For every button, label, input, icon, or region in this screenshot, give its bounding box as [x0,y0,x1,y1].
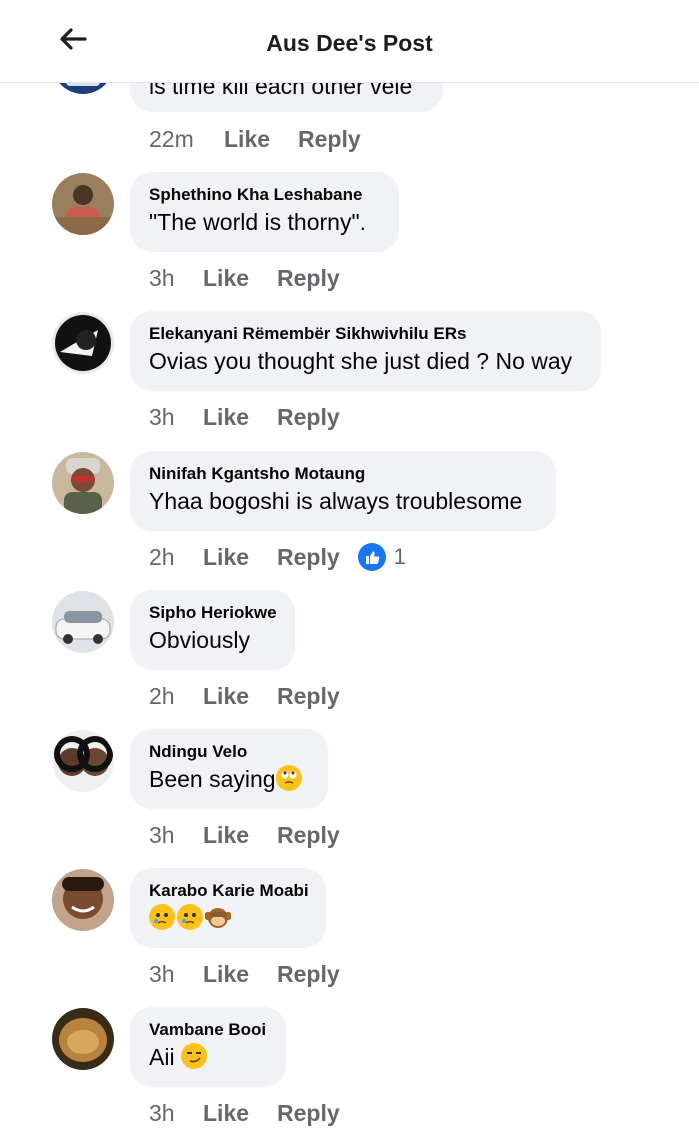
avatar[interactable] [52,591,114,653]
comment-time: 2h [149,682,175,709]
comment-author[interactable]: Vambane Booi [149,1019,266,1041]
avatar[interactable] [52,452,114,514]
comment-item: Ninifah Kgantsho Motaung Yhaa bogoshi is… [0,451,699,592]
reaction-summary[interactable]: 1 [357,543,406,571]
header-bar: Aus Dee's Post [0,0,699,83]
monkey-emoji-icon [204,904,232,930]
comment-meta: 3h Like Reply [149,820,340,850]
comment-author[interactable]: Sipho Heriokwe [149,602,277,624]
comment-bubble: Sipho Heriokwe Obviously [130,590,295,670]
comment-meta: 3h Like Reply [149,959,340,989]
smirking-face-emoji-icon [180,1043,207,1069]
avatar-photo [52,730,114,792]
reply-button[interactable]: Reply [277,683,340,710]
comment-item: Sipho Heriokwe Obviously 2h Like Reply [0,590,699,731]
crying-face-emoji-icon [177,904,203,930]
comment-time: 3h [149,403,175,430]
comment-meta: 3h Like Reply [149,1098,340,1128]
reaction-count: 1 [393,544,406,569]
comment-bubble: Sphethino Kha Leshabane "The world is th… [130,172,399,252]
avatar[interactable] [52,869,114,931]
like-button[interactable]: Like [224,126,270,153]
avatar[interactable] [52,1008,114,1070]
comment-time: 3h [149,960,175,987]
reply-button[interactable]: Reply [277,265,340,292]
comment-item: Sphethino Kha Leshabane "The world is th… [0,172,699,313]
like-button[interactable]: Like [203,404,249,431]
comment-author[interactable]: Elekanyani Rëmembër Sikhwivhilu ERs [149,323,581,345]
reply-button[interactable]: Reply [298,126,361,153]
avatar-photo [52,869,114,931]
reply-button[interactable]: Reply [277,961,340,988]
comments-feed: is time kill each other vele 22m Like Re… [0,0,699,1126]
comment-author[interactable]: Sphethino Kha Leshabane [149,184,379,206]
comment-author[interactable]: Ndingu Velo [149,741,308,763]
reply-button[interactable]: Reply [277,404,340,431]
comment-meta: 2h Like Reply 1 [149,542,406,572]
comment-text [149,902,306,934]
like-button[interactable]: Like [203,683,249,710]
like-button[interactable]: Like [203,961,249,988]
comment-text: "The world is thorny". [149,209,367,235]
comment-text: Yhaa bogoshi is always troublesome [149,488,523,514]
comment-author[interactable]: Karabo Karie Moabi [149,880,309,902]
crying-face-emoji-icon [149,904,175,930]
comment-time: 22m [149,125,194,152]
rolling-eyes-emoji-icon [275,765,302,791]
comment-author[interactable]: Ninifah Kgantsho Motaung [149,463,536,485]
comment-item: Ndingu Velo Been saying 3h Like Reply [0,729,699,870]
comment-time: 3h [149,821,175,848]
comment-text: Been saying [149,763,308,795]
avatar[interactable] [52,173,114,235]
comment-text: Ovias you thought she just died ? No way [149,348,573,374]
comment-time: 3h [149,264,175,291]
comment-text: Obviously [149,627,250,653]
avatar-photo [52,312,114,374]
comment-bubble: Ninifah Kgantsho Motaung Yhaa bogoshi is… [130,451,556,531]
comment-item: Elekanyani Rëmembër Sikhwivhilu ERs Ovia… [0,311,699,452]
comment-meta: 2h Like Reply [149,681,340,711]
thumbs-up-icon [357,543,386,571]
avatar-photo [52,173,114,235]
reply-button[interactable]: Reply [277,822,340,849]
like-button[interactable]: Like [203,544,249,571]
comment-text: Aii [149,1041,266,1073]
comment-bubble: Vambane Booi Aii [130,1007,286,1087]
comment-text-content: Been saying [149,766,276,792]
like-button[interactable]: Like [203,1100,249,1127]
reply-button[interactable]: Reply [277,544,340,571]
like-button[interactable]: Like [203,265,249,292]
comment-bubble: Elekanyani Rëmembër Sikhwivhilu ERs Ovia… [130,311,601,391]
comment-time: 3h [149,1099,175,1126]
avatar-photo [52,1008,114,1070]
avatar-photo [52,591,114,653]
comment-text-content: Aii [149,1044,175,1070]
comment-item: Vambane Booi Aii 3h Like Reply [0,1007,699,1148]
avatar-photo [52,452,114,514]
comment-item: Karabo Karie Moabi 3h Like Reply [0,868,699,1009]
comment-bubble: Karabo Karie Moabi [130,868,326,948]
avatar[interactable] [52,730,114,792]
comment-meta: 22m Like Reply [149,124,361,154]
avatar[interactable] [52,312,114,374]
comment-meta: 3h Like Reply [149,263,340,293]
like-button[interactable]: Like [203,822,249,849]
comment-time: 2h [149,543,175,570]
reply-button[interactable]: Reply [277,1100,340,1127]
comment-bubble: Ndingu Velo Been saying [130,729,328,809]
comment-meta: 3h Like Reply [149,402,340,432]
page-title: Aus Dee's Post [266,30,433,56]
